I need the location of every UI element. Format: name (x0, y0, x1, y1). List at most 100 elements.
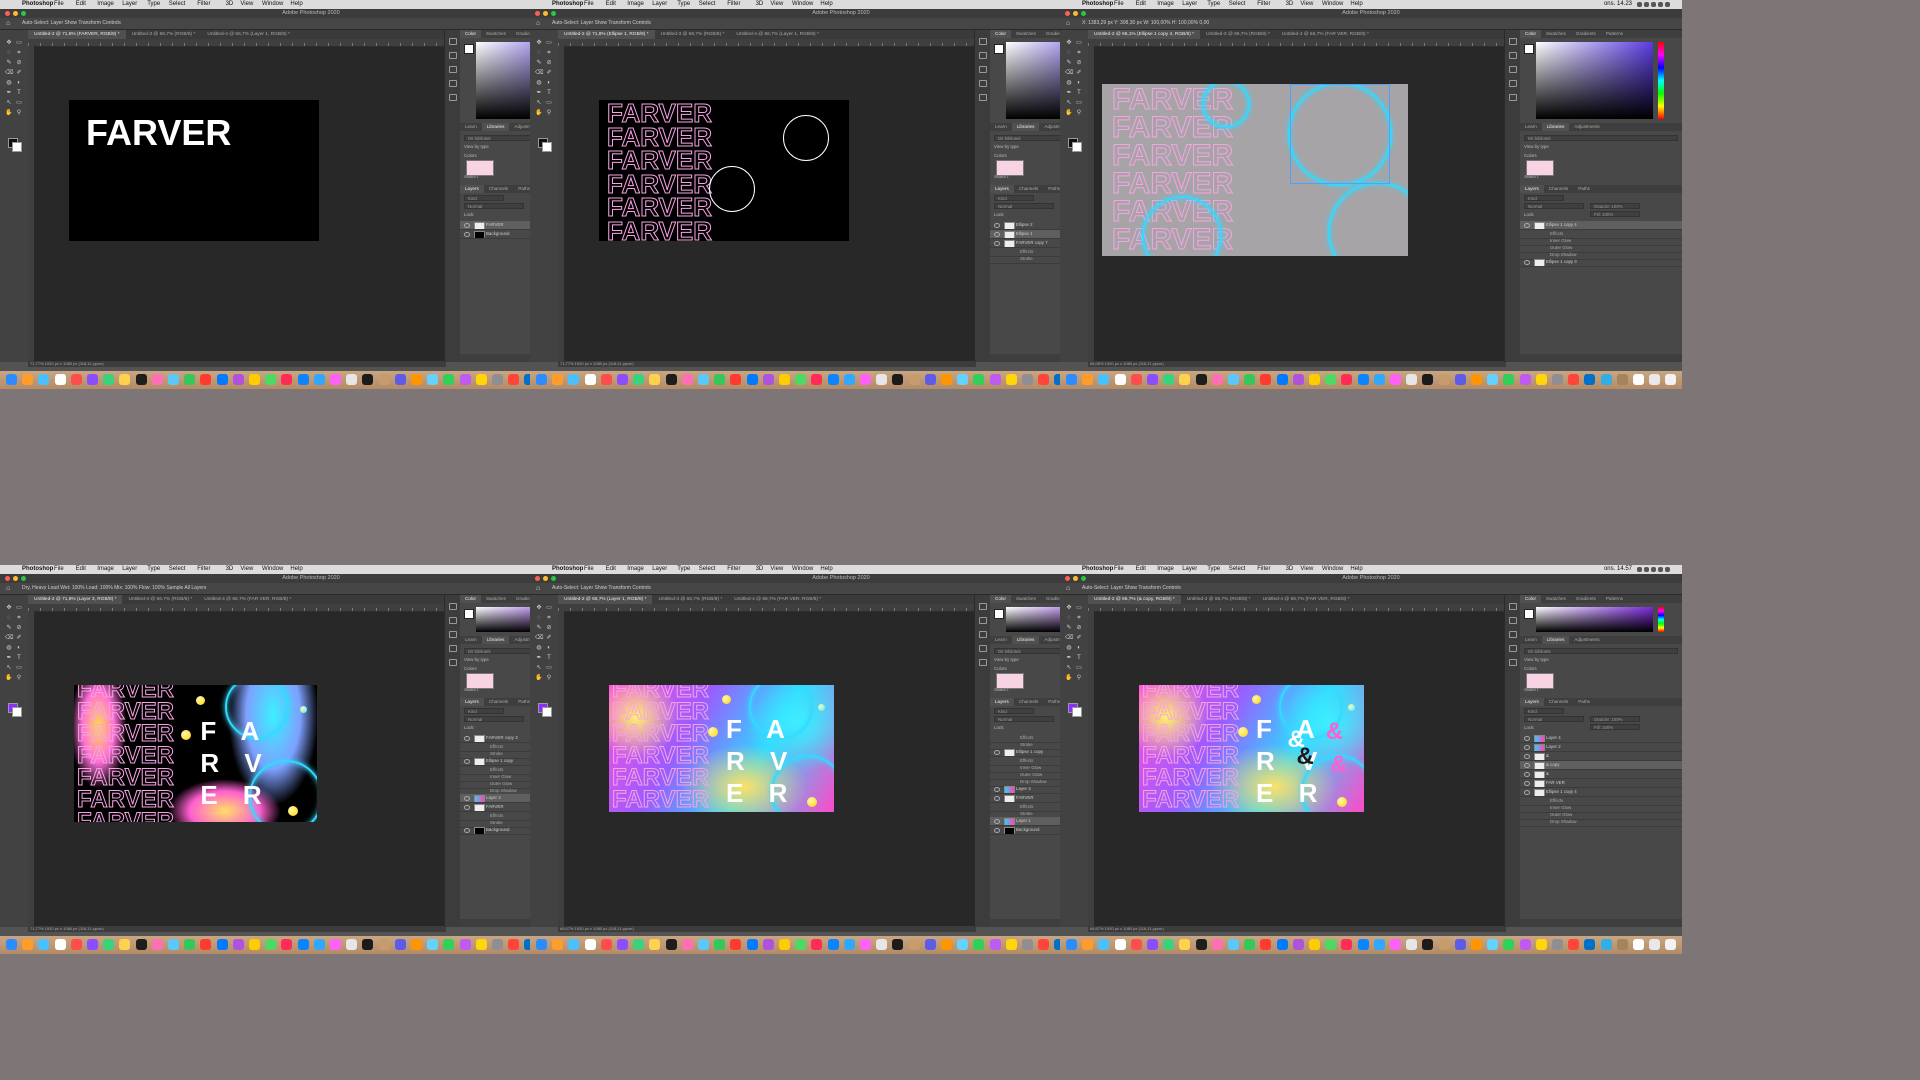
dock-app-icon[interactable] (1568, 939, 1580, 950)
layer-row[interactable]: Layer 4 (1520, 734, 1682, 743)
dock-app-icon[interactable] (135, 374, 147, 385)
ellipse-shape[interactable] (783, 115, 829, 161)
zoom-icon[interactable] (551, 11, 556, 16)
blend-mode-select[interactable]: Normal (994, 716, 1054, 722)
panel-foreground-swatch[interactable] (464, 609, 474, 619)
view-by-label[interactable]: View by type (1524, 144, 1549, 149)
pen-icon[interactable]: T (15, 655, 23, 661)
menu-item-filter[interactable]: Filter (1257, 565, 1270, 574)
menu-item-file[interactable]: File (54, 565, 64, 574)
dock-app-icon[interactable] (892, 374, 904, 385)
background-color[interactable] (542, 142, 552, 152)
background-color[interactable] (12, 142, 22, 152)
zoom-icon[interactable] (1081, 11, 1086, 16)
menu-item-file[interactable]: File (584, 0, 594, 9)
history-icon[interactable] (979, 603, 987, 610)
eyedropper-icon[interactable]: ✎ (5, 60, 13, 66)
dock-app-icon[interactable] (330, 939, 341, 950)
color-tab[interactable]: Patterns (1601, 595, 1628, 603)
dock-app-icon[interactable] (1471, 939, 1482, 950)
visibility-eye-icon[interactable] (994, 819, 1000, 824)
menu-item-filter[interactable]: Filter (197, 0, 210, 9)
layers-tab[interactable]: Channels (1544, 698, 1573, 706)
view-by-label[interactable]: View by type (464, 657, 489, 662)
home-icon[interactable]: ⌂ (536, 585, 540, 592)
color-tab[interactable]: Color (460, 30, 481, 38)
pen-icon[interactable]: T (1075, 655, 1083, 661)
dock-app-icon[interactable] (957, 374, 969, 385)
dock-app-icon[interactable] (54, 374, 66, 385)
layer-row[interactable]: FAR VER (1520, 779, 1682, 788)
dock-app-icon[interactable] (1292, 374, 1304, 385)
dock-app-icon[interactable] (779, 939, 790, 950)
document-tab[interactable]: Untitled-2 @ 66,7% (& copy, RGB/8) * (1088, 595, 1181, 604)
lasso-tool-icon[interactable]: ◌ (1065, 615, 1073, 621)
shape-icon[interactable]: ✋ (5, 675, 13, 681)
dock-app-icon[interactable] (87, 939, 98, 950)
shape-icon[interactable]: ✋ (535, 675, 543, 681)
panel-foreground-swatch[interactable] (994, 44, 1004, 54)
move-tool-icon[interactable]: ✥ (535, 605, 543, 611)
status-icon[interactable] (1637, 567, 1642, 572)
layer-row[interactable]: Ellipse 1 copy 4 (1520, 221, 1682, 230)
dock-app-icon[interactable] (1292, 939, 1304, 950)
brush-icon[interactable]: ⌫ (1065, 635, 1073, 641)
menu-item-edit[interactable]: Edit (76, 565, 86, 574)
library-tab[interactable]: Libraries (1011, 636, 1040, 644)
menu-item-layer[interactable]: Layer (122, 565, 137, 574)
blend-mode-select[interactable]: Normal (1524, 716, 1584, 722)
dock-app-icon[interactable] (508, 939, 520, 950)
background-color[interactable] (1072, 142, 1082, 152)
brush-icon[interactable]: ⌫ (5, 70, 13, 76)
view-by-label[interactable]: View by type (464, 144, 489, 149)
dock-app-icon[interactable] (568, 939, 580, 950)
document-tab[interactable]: Untitled-3 @ 66,7% (RGB/8) * (655, 30, 731, 39)
dock-app-icon[interactable] (54, 939, 66, 950)
dock-app-icon[interactable] (1195, 374, 1207, 385)
minimize-icon[interactable] (13, 11, 18, 16)
canvas-area[interactable]: FARVER FARVER FARVER FARVER FARVER FARVER (1094, 47, 1504, 361)
ellipse-shape[interactable] (1202, 84, 1250, 128)
eraser-icon[interactable]: ◐ (15, 80, 23, 86)
dock-app-icon[interactable] (1438, 939, 1450, 950)
adjust-icon[interactable] (979, 659, 987, 666)
dock-app-icon[interactable] (119, 939, 131, 950)
dock-app-icon[interactable] (70, 939, 82, 950)
dock-app-icon[interactable] (649, 939, 661, 950)
dock-app-icon[interactable] (989, 374, 1001, 385)
color-tab[interactable]: Color (1520, 595, 1541, 603)
menu-item-select[interactable]: Select (169, 565, 186, 574)
dock-app-icon[interactable] (584, 374, 596, 385)
menu-item-view[interactable]: View (770, 0, 783, 9)
dock-app-icon[interactable] (665, 374, 677, 385)
dock-app-icon[interactable] (151, 374, 163, 385)
dock-app-icon[interactable] (1519, 374, 1531, 385)
artboard[interactable]: FARVER (69, 100, 319, 241)
menu-item-select[interactable]: Select (169, 0, 186, 9)
dock-app-icon[interactable] (265, 939, 277, 950)
color-tab[interactable]: Color (1520, 30, 1541, 38)
dock-app-icon[interactable] (1503, 939, 1515, 950)
library-tab[interactable]: Libraries (1541, 123, 1570, 131)
canvas-area[interactable]: FARVER (34, 47, 444, 361)
dock-app-icon[interactable] (346, 374, 358, 385)
document-tab[interactable]: Untitled-2 @ 71,8% (Layer 3, RGB/8) * (28, 595, 123, 604)
path-select-icon[interactable]: ▭ (15, 665, 23, 671)
dock-app-icon[interactable] (1179, 374, 1191, 385)
dock-app-icon[interactable] (1022, 939, 1033, 950)
menu-item-image[interactable]: Image (97, 565, 114, 574)
dock-app-icon[interactable] (1422, 939, 1434, 950)
color-tab[interactable]: Color (460, 595, 481, 603)
opacity-field[interactable]: Opacity: 100% (1590, 203, 1640, 209)
background-color[interactable] (12, 707, 22, 717)
dock-app-icon[interactable] (427, 374, 439, 385)
menu-item-help[interactable]: Help (1350, 565, 1362, 574)
crop-tool-icon[interactable]: ⌗ (545, 50, 553, 56)
menu-item-3d[interactable]: 3D (1286, 0, 1294, 9)
color-tab[interactable]: Swatches (1541, 30, 1571, 38)
dock-app-icon[interactable] (1066, 374, 1077, 385)
brush-icon[interactable]: ⌫ (535, 635, 543, 641)
library-swatch[interactable] (466, 160, 494, 176)
dock-app-icon[interactable] (6, 374, 17, 385)
layer-row[interactable]: & (1520, 752, 1682, 761)
